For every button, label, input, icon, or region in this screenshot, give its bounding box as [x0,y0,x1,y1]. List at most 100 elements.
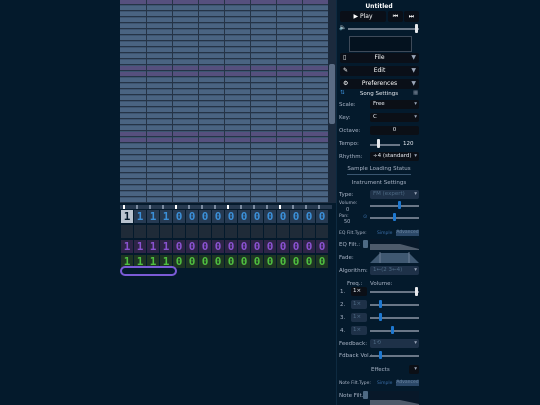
pattern-cell[interactable]: 0 [316,210,328,223]
pattern-cell[interactable] [121,225,133,238]
pattern-cell[interactable] [303,225,315,238]
pattern-cell[interactable]: 0 [277,210,289,223]
pattern-cell[interactable]: 0 [303,255,315,268]
pattern-cell[interactable]: 0 [251,255,263,268]
pattern-cell[interactable]: 0 [225,255,237,268]
pattern-cell[interactable]: 0 [316,255,328,268]
pattern-cell[interactable]: 1 [160,210,172,223]
note-filter-advanced-option[interactable]: Advanced [396,380,419,386]
pattern-cell[interactable]: 0 [251,210,263,223]
pattern-cell[interactable]: 1 [147,210,159,223]
pattern-cell[interactable]: 0 [264,210,276,223]
pattern-cell[interactable] [134,225,146,238]
operator-frequency-select[interactable]: 1× [351,326,367,335]
play-button[interactable]: ▶ Play [340,11,386,22]
note-filter-curve[interactable] [370,391,419,405]
pattern-cell[interactable]: 1 [134,210,146,223]
pattern-cell[interactable]: 0 [186,255,198,268]
pattern-cell[interactable]: 0 [264,255,276,268]
pan-delay-icon[interactable]: ⊙ [363,214,367,220]
pattern-cell[interactable]: 0 [199,255,211,268]
pattern-cell[interactable]: 0 [277,255,289,268]
pattern-cell[interactable] [277,225,289,238]
pattern-cell[interactable]: 0 [225,210,237,223]
pattern-cell[interactable]: 1 [121,210,133,223]
tempo-value[interactable]: 120 [403,141,414,147]
pattern-cell[interactable]: 0 [225,240,237,253]
pattern-cell[interactable]: 0 [173,240,185,253]
loop-selection[interactable] [120,266,177,276]
preferences-menu[interactable]: ⚙ Preferences ▼ [340,79,419,89]
pattern-cell[interactable] [173,225,185,238]
operator-frequency-select[interactable]: 1× [351,313,367,322]
operator-volume-track[interactable] [370,291,419,293]
eq-filter-button[interactable] [363,240,368,248]
next-bar-button[interactable]: ⏭ [404,11,419,22]
pattern-cell[interactable]: 0 [290,210,302,223]
file-menu[interactable]: ▯ File ▼ [340,53,419,63]
pattern-cell[interactable] [186,225,198,238]
grid-icon[interactable]: ▦ [413,90,418,96]
octave-input[interactable]: 0 [370,126,419,135]
pattern-cell[interactable]: 0 [238,210,250,223]
instrument-type-select[interactable]: FM (expert) ▾ [370,190,419,199]
pattern-cell[interactable]: 0 [212,240,224,253]
feedback-select[interactable]: 1⟲ ▾ [370,339,419,348]
rhythm-select[interactable]: ÷4 (standard) ▾ [370,152,419,161]
fade-curve[interactable] [370,252,419,263]
instrument-volume-track[interactable] [370,205,419,207]
pattern-cell[interactable] [225,225,237,238]
pattern-cell[interactable] [316,225,328,238]
pattern-cell[interactable]: 0 [186,240,198,253]
algorithm-select[interactable]: 1←(2 3←4) ▾ [370,266,419,275]
tempo-slider[interactable] [377,139,380,148]
eq-simple-option[interactable]: Simple [377,231,392,236]
tempo-track[interactable] [370,144,400,146]
pattern-cell[interactable]: 1 [134,240,146,253]
pattern-cell[interactable]: 0 [290,255,302,268]
pattern-cell[interactable]: 1 [121,240,133,253]
edit-menu[interactable]: ✎ Edit ▼ [340,66,419,76]
piano-roll-scroll-thumb[interactable] [329,64,335,124]
note-filter-button[interactable] [363,391,368,399]
pattern-cell[interactable]: 0 [186,210,198,223]
effects-select[interactable]: ▾ [409,365,419,374]
piano-roll[interactable] [120,0,328,203]
pattern-cell[interactable]: 0 [212,255,224,268]
master-volume-track[interactable] [348,28,419,30]
pattern-cell[interactable] [160,225,172,238]
pattern-cell[interactable]: 0 [290,240,302,253]
eq-filter-curve[interactable] [370,239,419,250]
pattern-cell[interactable] [238,225,250,238]
pattern-cell[interactable] [212,225,224,238]
operator-frequency-select[interactable]: 1× [351,300,367,309]
pattern-cell[interactable] [147,225,159,238]
pattern-cell[interactable]: 0 [303,240,315,253]
pattern-cell[interactable]: 0 [238,255,250,268]
pan-slider[interactable] [393,213,396,221]
song-title[interactable]: Untitled [337,3,421,10]
pattern-cell[interactable] [199,225,211,238]
pattern-cell[interactable]: 0 [199,210,211,223]
operator-volume-slider[interactable] [379,313,383,321]
feedback-volume-track[interactable] [370,355,419,357]
pattern-cell[interactable] [251,225,263,238]
operator-volume-track[interactable] [370,304,419,306]
master-volume-slider[interactable] [414,24,418,33]
operator-volume-slider[interactable] [379,300,383,308]
pattern-cell[interactable]: 0 [264,240,276,253]
feedback-volume-slider[interactable] [379,351,383,359]
pattern-cell[interactable]: 0 [173,210,185,223]
instrument-volume-slider[interactable] [397,201,401,209]
pattern-cell[interactable]: 0 [238,240,250,253]
operator-volume-track[interactable] [370,330,419,332]
pattern-cell[interactable]: 0 [303,210,315,223]
pattern-cell[interactable]: 0 [251,240,263,253]
prev-bar-button[interactable]: ⏮ [388,11,403,22]
eq-advanced-option[interactable]: Advanced [396,230,419,236]
scale-select[interactable]: Free ▾ [370,100,419,109]
operator-frequency-select[interactable]: 1× [351,287,367,296]
operator-volume-track[interactable] [370,317,419,319]
operator-volume-slider[interactable] [414,287,418,296]
pattern-cell[interactable]: 0 [199,240,211,253]
